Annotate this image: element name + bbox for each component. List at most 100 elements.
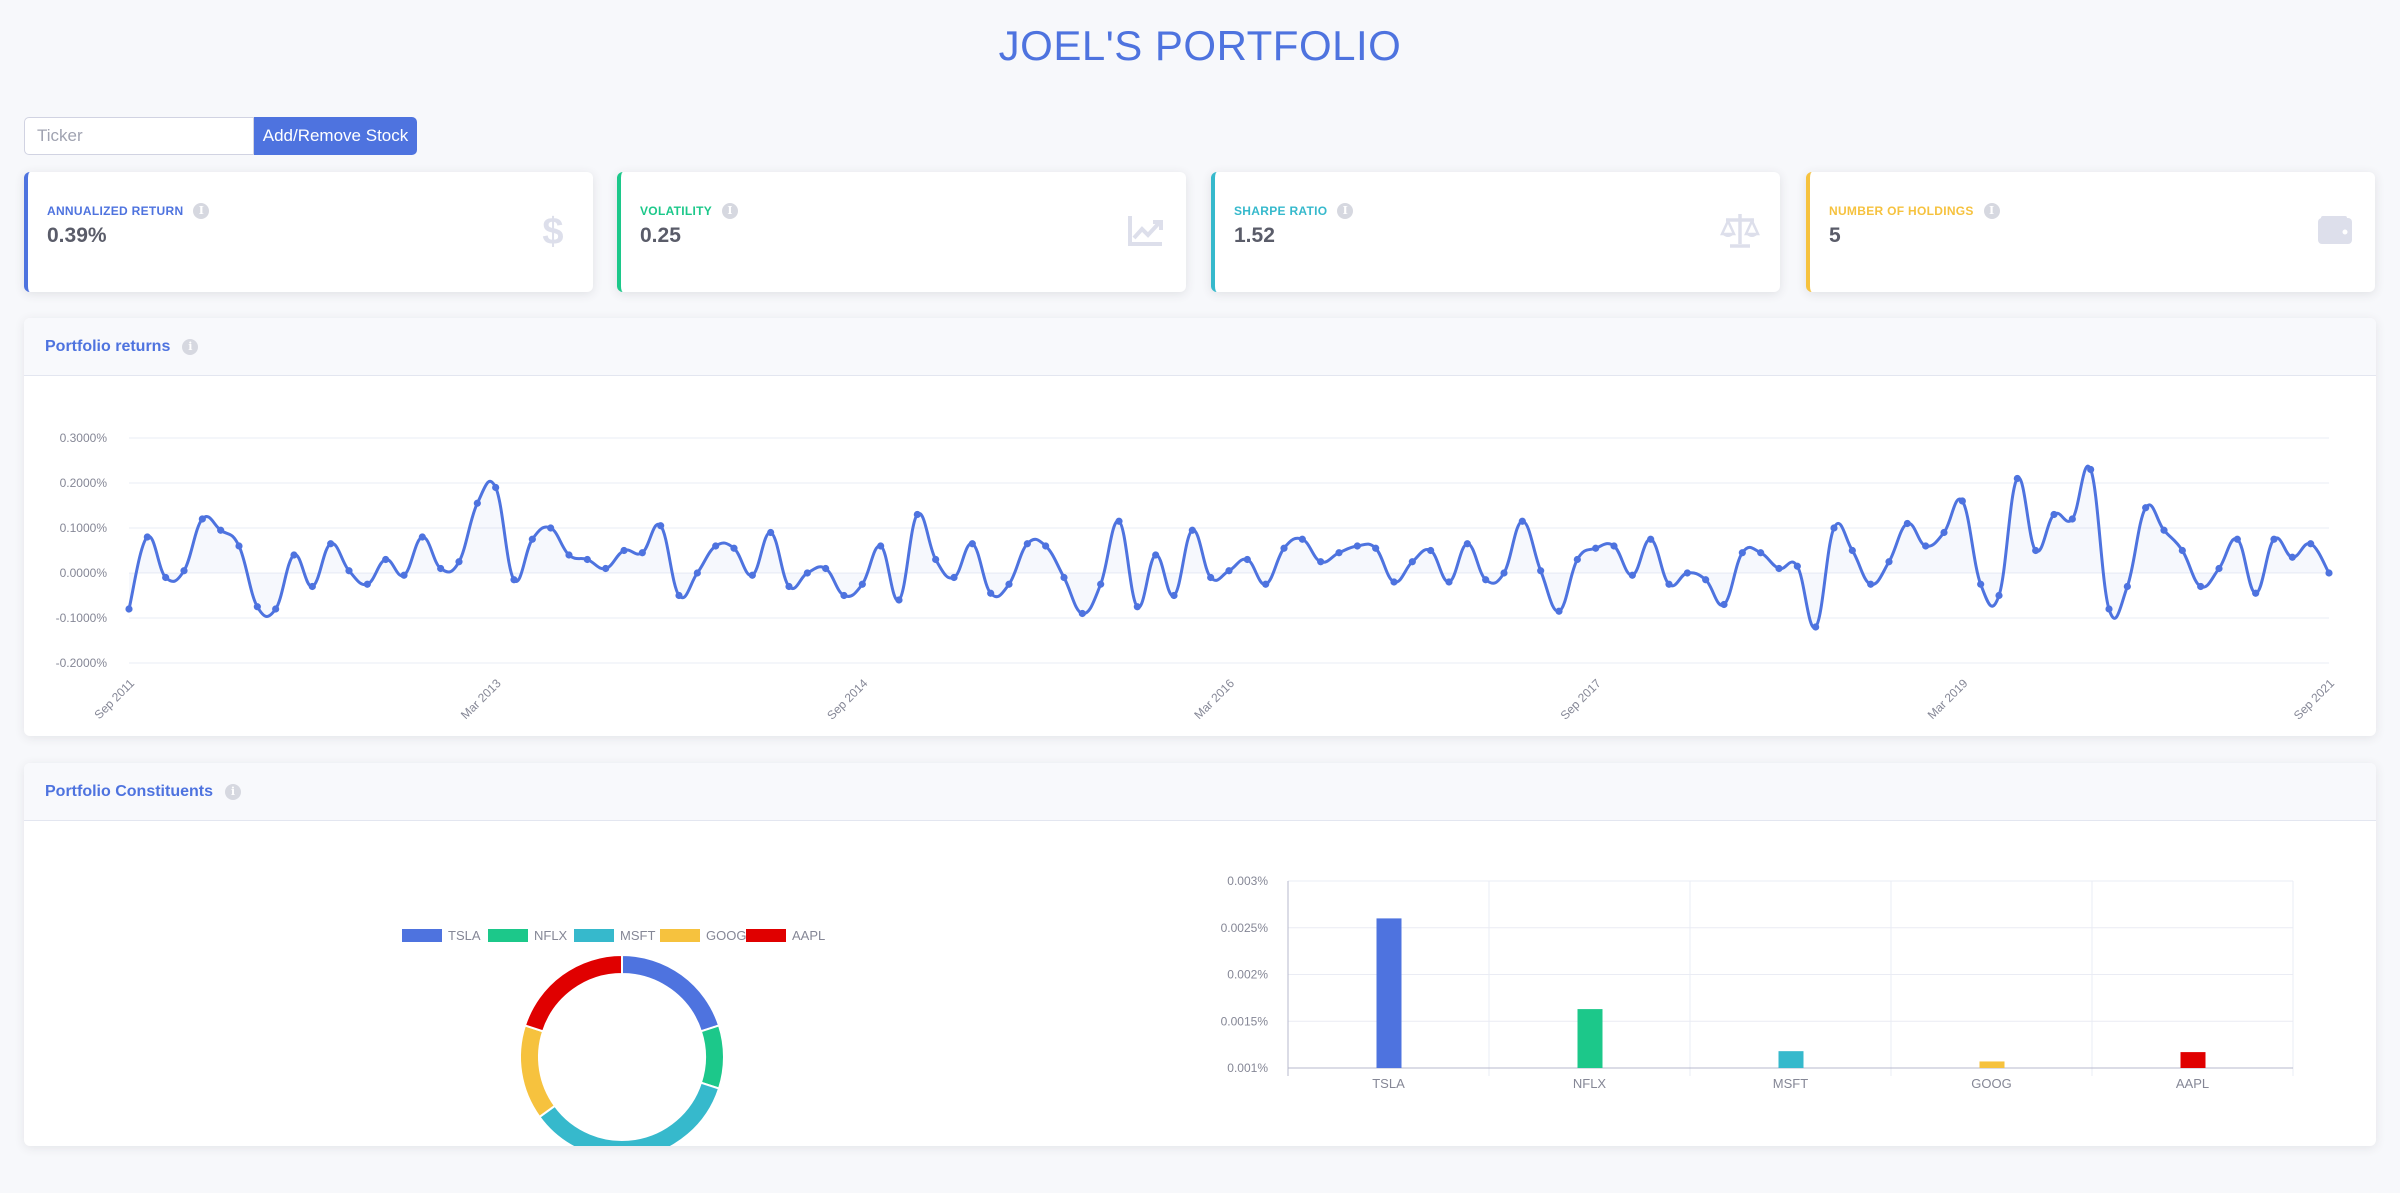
- data-point: [620, 546, 628, 555]
- wallet-icon: [2318, 216, 2352, 244]
- panel-title: Portfolio returns: [45, 337, 171, 355]
- data-point: [2233, 535, 2241, 543]
- data-point: [1702, 576, 1710, 584]
- info-icon[interactable]: i: [1337, 203, 1354, 219]
- bar: [2180, 1052, 2206, 1068]
- y-tick-label: 0.3000%: [60, 431, 108, 445]
- data-point: [1647, 535, 1655, 543]
- data-point: [840, 591, 848, 600]
- legend-swatch: [574, 929, 614, 942]
- data-point: [2013, 474, 2021, 483]
- data-point: [1958, 497, 1966, 505]
- data-point: [2160, 526, 2168, 534]
- y-tick-label: 0.002%: [1227, 968, 1268, 982]
- y-tick-label: 0.003%: [1227, 874, 1268, 888]
- data-point: [547, 524, 555, 532]
- x-tick-label: Sep 2011: [92, 676, 138, 722]
- portfolio-returns-panel: Portfolio returns i 0.3000% 0.2000% 0.1000…: [24, 318, 2376, 736]
- data-point: [2105, 605, 2113, 613]
- data-point: [1793, 562, 1801, 570]
- y-tick-label: -0.1000%: [56, 611, 108, 625]
- data-point: [1592, 544, 1600, 552]
- add-remove-stock-button[interactable]: Add/Remove Stock: [254, 117, 417, 155]
- data-point: [767, 528, 775, 537]
- card-label: SHARPE RATIO: [1234, 204, 1328, 218]
- x-tick-label: Sep 2014: [824, 676, 870, 722]
- data-point: [968, 540, 976, 548]
- data-point: [1848, 546, 1856, 555]
- data-point: [473, 499, 481, 507]
- data-point: [1738, 549, 1746, 557]
- data-point: [180, 567, 188, 575]
- data-point: [583, 555, 591, 564]
- card-value: 5: [1829, 224, 1841, 247]
- data-point: [1573, 555, 1581, 564]
- ticker-input[interactable]: [24, 117, 254, 155]
- data-point: [2142, 504, 2150, 512]
- data-point: [382, 555, 390, 564]
- data-point: [1720, 600, 1728, 609]
- data-point: [1665, 580, 1673, 588]
- data-point: [2270, 535, 2278, 543]
- data-point: [858, 580, 866, 588]
- data-point: [1280, 544, 1288, 552]
- y-tick-label: 0.0000%: [60, 566, 108, 580]
- data-point: [510, 576, 518, 584]
- card-value: 1.52: [1234, 224, 1275, 247]
- info-icon[interactable]: i: [1983, 203, 2000, 219]
- y-tick-label: 0.2000%: [60, 476, 108, 490]
- data-point: [565, 551, 573, 559]
- data-point: [1298, 535, 1306, 543]
- data-point: [1903, 519, 1911, 528]
- card-label: NUMBER OF HOLDINGS: [1829, 204, 1974, 218]
- data-point: [2032, 546, 2040, 555]
- data-point: [2325, 569, 2333, 577]
- data-point: [1445, 578, 1453, 586]
- donut-slice: [699, 1024, 725, 1090]
- data-point: [1262, 580, 1270, 588]
- data-point: [895, 596, 903, 604]
- data-point: [748, 571, 756, 579]
- data-point: [1060, 573, 1068, 582]
- data-point: [803, 569, 811, 577]
- data-point: [253, 603, 261, 611]
- data-point: [418, 533, 426, 541]
- data-point: [1097, 580, 1105, 588]
- data-point: [1922, 542, 1930, 550]
- data-point: [1188, 526, 1196, 534]
- volatility-card: VOLATILITY i 0.25: [617, 172, 1186, 292]
- holdings-card: NUMBER OF HOLDINGS i 5: [1806, 172, 2375, 292]
- data-point: [1372, 544, 1380, 552]
- data-point: [1885, 558, 1893, 566]
- data-point: [1482, 576, 1490, 584]
- y-tick-label: 0.1000%: [60, 521, 108, 535]
- data-point: [437, 564, 445, 573]
- x-tick-label: Sep 2021: [2291, 676, 2337, 722]
- info-icon[interactable]: i: [193, 203, 210, 219]
- data-point: [1427, 546, 1435, 555]
- x-tick-label: Mar 2016: [1191, 676, 1237, 722]
- data-point: [1500, 569, 1508, 577]
- bar: [1376, 918, 1402, 1068]
- data-point: [1225, 567, 1233, 575]
- data-point: [290, 551, 298, 559]
- legend-label: MSFT: [620, 928, 655, 943]
- data-point: [2197, 582, 2205, 591]
- data-point: [1133, 603, 1141, 611]
- page-title: JOEL'S PORTFOLIO: [998, 22, 1402, 69]
- legend-label: NFLX: [534, 928, 568, 943]
- data-point: [1610, 542, 1618, 550]
- data-point: [712, 542, 720, 550]
- data-point: [2288, 553, 2296, 561]
- info-icon[interactable]: i: [722, 203, 739, 219]
- data-point: [492, 483, 500, 492]
- dollar-icon: $: [542, 211, 563, 250]
- data-point: [2215, 564, 2223, 573]
- info-icon[interactable]: i: [182, 338, 199, 355]
- chart-line-icon: [1128, 216, 1163, 246]
- info-icon[interactable]: i: [224, 783, 241, 800]
- legend-label: TSLA: [448, 928, 481, 943]
- donut-slice: [538, 1081, 721, 1146]
- data-point: [1940, 528, 1948, 537]
- x-tick-label: TSLA: [1372, 1076, 1405, 1091]
